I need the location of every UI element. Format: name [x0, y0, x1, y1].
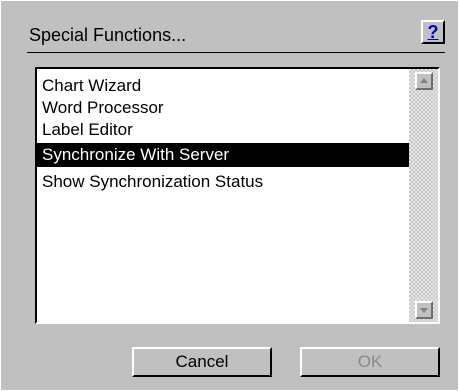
list-item-show-synchronization-status[interactable]: Show Synchronization Status [37, 171, 410, 193]
title-divider [27, 52, 445, 53]
dialog-title: Special Functions... [29, 25, 187, 45]
list-item-chart-wizard[interactable]: Chart Wizard [37, 75, 410, 97]
vertical-scrollbar[interactable] [409, 69, 438, 322]
list-item-word-processor[interactable]: Word Processor [37, 97, 410, 119]
arrow-up-icon [420, 78, 428, 83]
ok-button[interactable]: OK [300, 347, 440, 377]
help-button[interactable]: ? [421, 20, 445, 44]
arrow-down-icon [420, 308, 428, 313]
cancel-button[interactable]: Cancel [132, 347, 272, 377]
scroll-up-button[interactable] [415, 72, 433, 90]
scroll-down-button[interactable] [415, 301, 433, 319]
special-functions-dialog: Special Functions... ? Chart Wizard Word… [0, 0, 459, 391]
list-item-label-editor[interactable]: Label Editor [37, 119, 410, 141]
list-item-synchronize-with-server[interactable]: Synchronize With Server [37, 143, 410, 167]
functions-listbox[interactable]: Chart Wizard Word Processor Label Editor… [35, 67, 440, 324]
functions-list: Chart Wizard Word Processor Label Editor… [37, 75, 410, 193]
